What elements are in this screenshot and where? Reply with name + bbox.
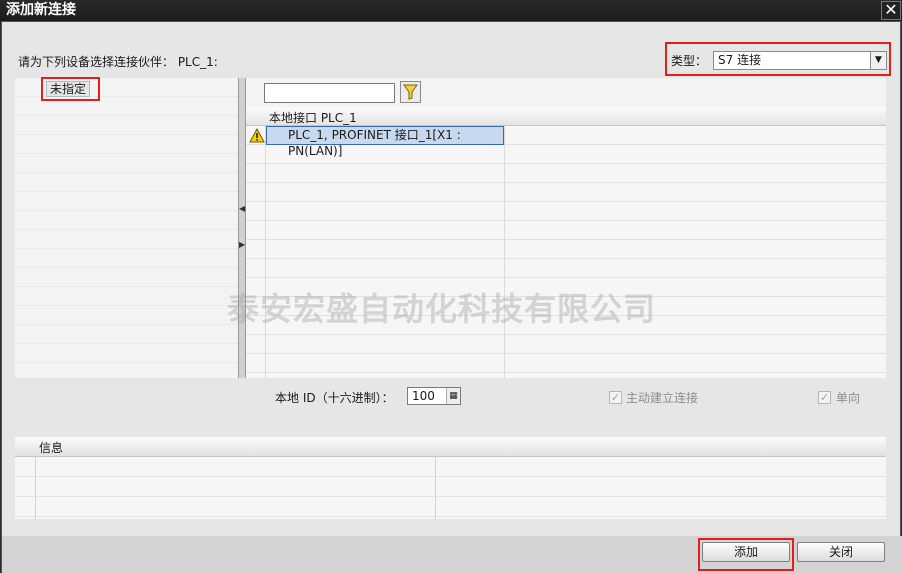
expand-right-icon[interactable]: ▶ xyxy=(239,240,245,249)
connection-type-value: S7 连接 xyxy=(718,53,762,67)
watermark: 泰安宏盛自动化科技有限公司 xyxy=(227,290,657,328)
active-connect-checkbox[interactable]: ✓ xyxy=(609,391,622,404)
local-id-input[interactable]: 100 ▦ xyxy=(407,387,461,405)
prompt-label: 请为下列设备选择连接伙伴： PLC_1: xyxy=(18,55,218,69)
interface-table: 本地接口 PLC_1 PLC_1, PROFINET 接口_1[X1 : PN(… xyxy=(246,107,886,378)
dropdown-arrow-icon[interactable]: ▼ xyxy=(870,52,886,69)
collapse-left-icon[interactable]: ◀ xyxy=(239,204,245,213)
type-label: 类型： xyxy=(671,54,708,68)
partner-tree xyxy=(15,78,238,378)
window-title: 添加新连接 xyxy=(6,2,76,18)
tree-item-unspecified[interactable]: 未指定 xyxy=(46,81,91,97)
filter-input[interactable] xyxy=(264,83,395,103)
close-icon[interactable]: ✕ xyxy=(881,1,901,20)
type-group: 类型： S7 连接 ▼ xyxy=(665,42,891,76)
table-row[interactable]: PLC_1, PROFINET 接口_1[X1 : PN(LAN)] xyxy=(266,126,504,158)
warning-icon xyxy=(249,128,265,143)
info-panel: 信息 xyxy=(15,437,886,519)
active-connect-label: 主动建立连接 xyxy=(626,391,699,405)
unspecified-highlight: 未指定 xyxy=(41,77,100,101)
grid-divider xyxy=(504,107,505,378)
panel-splitter[interactable]: ◀ ▶ xyxy=(238,78,246,378)
close-button[interactable]: 关闭 xyxy=(797,542,885,562)
one-way-checkbox[interactable]: ✓ xyxy=(818,391,831,404)
column-header-local-interface: 本地接口 PLC_1 xyxy=(269,111,357,125)
add-button[interactable]: 添加 xyxy=(702,542,790,562)
table-header: 本地接口 PLC_1 xyxy=(246,107,886,126)
filter-button[interactable] xyxy=(400,81,421,103)
grid-divider xyxy=(265,107,266,378)
title-bar: 添加新连接 ✕ xyxy=(0,0,902,21)
one-way-label: 单向 xyxy=(836,391,861,405)
connection-type-select[interactable]: S7 连接 ▼ xyxy=(713,51,887,70)
calculator-icon[interactable]: ▦ xyxy=(446,388,460,404)
filter-icon xyxy=(403,84,418,100)
info-header: 信息 xyxy=(15,437,886,457)
local-id-value: 100 xyxy=(412,389,435,403)
info-header-label: 信息 xyxy=(39,441,64,455)
local-id-label: 本地 ID（十六进制）： xyxy=(275,391,394,405)
dialog-body: 请为下列设备选择连接伙伴： PLC_1: 类型： S7 连接 ▼ 未指定 ◀ ▶… xyxy=(1,21,902,573)
